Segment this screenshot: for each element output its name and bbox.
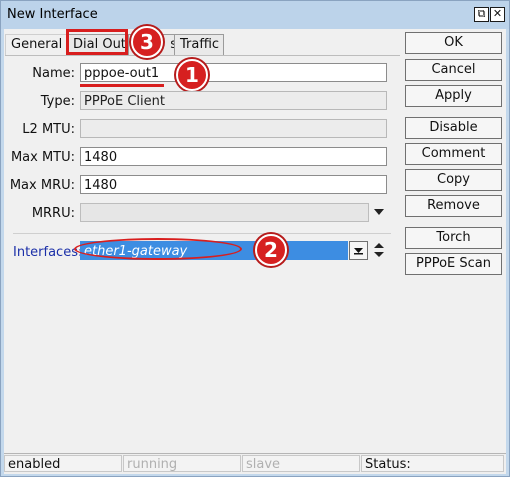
dialog-client-area: General Dial Out s Traffic Name: pppoe-o… — [4, 26, 506, 474]
maxmtu-field[interactable]: 1480 — [80, 147, 387, 166]
l2mtu-field — [80, 119, 387, 138]
interfaces-updown-icon[interactable] — [374, 243, 384, 258]
l2mtu-label: L2 MTU: — [22, 122, 75, 137]
comment-button[interactable]: Comment — [405, 143, 502, 165]
mrru-label: MRRU: — [31, 206, 75, 221]
name-label: Name: — [32, 66, 75, 81]
maxmru-label: Max MRU: — [9, 178, 75, 193]
interfaces-label: Interfaces: — [13, 245, 83, 260]
annotation-badge-2: 2 — [255, 234, 287, 266]
name-field[interactable]: pppoe-out1 — [80, 63, 387, 82]
status-enabled: enabled — [4, 455, 122, 472]
title-bar: New Interface ⧉ ✕ — [1, 1, 509, 29]
interfaces-dropdown-button[interactable] — [349, 241, 368, 260]
annotation-box-dial-out — [66, 29, 128, 55]
status-label: Status: — [361, 455, 504, 472]
separator — [13, 233, 391, 234]
close-icon[interactable]: ✕ — [490, 7, 505, 22]
apply-button[interactable]: Apply — [405, 85, 502, 107]
annotation-ellipse-interfaces — [74, 238, 242, 260]
tab-general[interactable]: General — [5, 34, 75, 55]
disable-button[interactable]: Disable — [405, 117, 502, 139]
window-title: New Interface — [7, 7, 98, 22]
pppoe-scan-button[interactable]: PPPoE Scan — [405, 253, 502, 275]
copy-button[interactable]: Copy — [405, 169, 502, 191]
general-panel: Name: pppoe-out1 1 Type: PPPoE Client L2… — [5, 55, 400, 474]
status-running: running — [123, 455, 241, 472]
mrru-dropdown-icon[interactable] — [374, 209, 384, 216]
maxmtu-label: Max MTU: — [10, 150, 75, 165]
annotation-badge-1: 1 — [176, 59, 208, 91]
type-field: PPPoE Client — [80, 91, 387, 110]
chevron-down-icon — [354, 248, 363, 255]
annotation-underline-name — [80, 84, 164, 87]
status-bar: enabled running slave Status: — [4, 453, 506, 474]
restore-icon[interactable]: ⧉ — [474, 7, 489, 22]
status-slave: slave — [242, 455, 360, 472]
ok-button[interactable]: OK — [405, 32, 502, 54]
new-interface-window: New Interface ⧉ ✕ General Dial Out s Tra… — [0, 0, 510, 477]
tab-traffic[interactable]: Traffic — [174, 34, 224, 55]
cancel-button[interactable]: Cancel — [405, 59, 502, 81]
type-label: Type: — [40, 94, 75, 109]
maxmru-field[interactable]: 1480 — [80, 175, 387, 194]
torch-button[interactable]: Torch — [405, 227, 502, 249]
mrru-field[interactable] — [80, 203, 369, 222]
annotation-badge-3: 3 — [131, 26, 163, 58]
remove-button[interactable]: Remove — [405, 195, 502, 217]
